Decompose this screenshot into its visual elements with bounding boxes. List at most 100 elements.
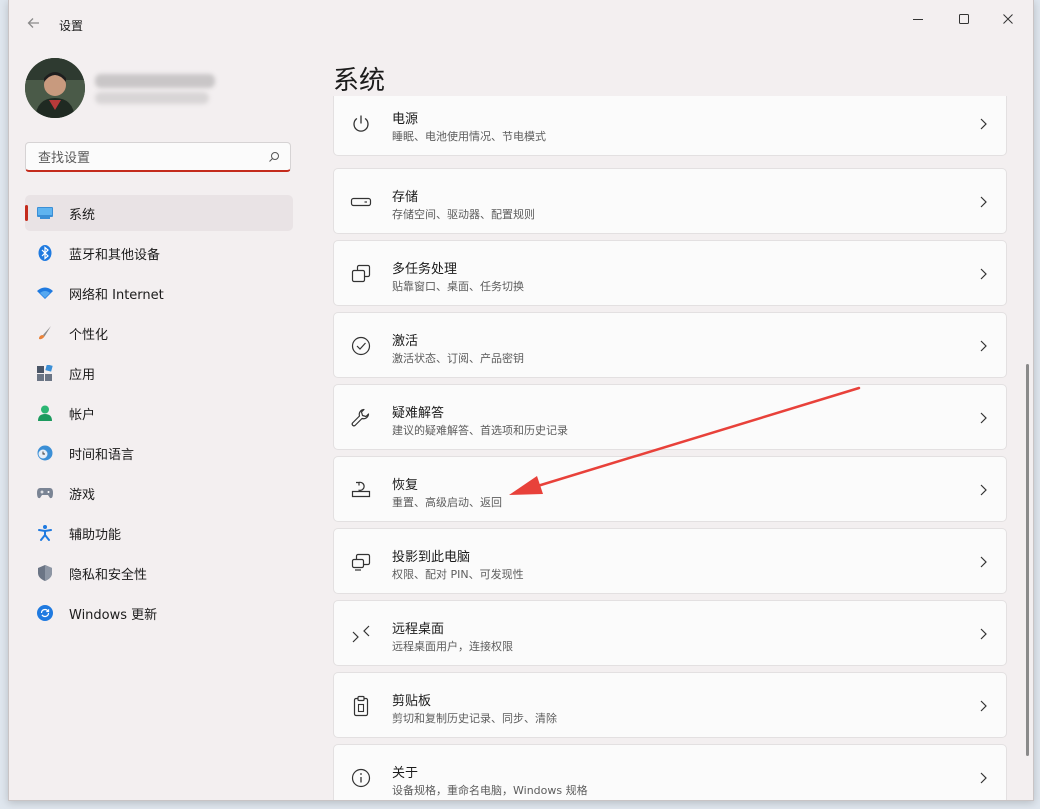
project-icon (351, 553, 371, 571)
card-power[interactable]: 电源 睡眠、电池使用情况、节电模式 (333, 96, 1007, 156)
sidebar-item-label: 蓝牙和其他设备 (69, 247, 161, 263)
title-bar: 设置 (9, 0, 1033, 48)
app-title: 设置 (59, 19, 84, 33)
sidebar-item-label: 隐私和安全性 (69, 567, 148, 583)
search-input[interactable] (36, 147, 260, 169)
search-box[interactable] (25, 142, 291, 172)
card-title: 远程桌面 (392, 622, 445, 637)
card-subtitle: 贴靠窗口、桌面、任务切换 (392, 280, 524, 293)
scrollbar-thumb[interactable] (1026, 364, 1029, 756)
card-title: 恢复 (392, 478, 419, 493)
card-subtitle: 剪切和复制历史记录、同步、清除 (392, 712, 557, 725)
user-email-redacted (95, 92, 209, 104)
check-circle-icon (351, 336, 371, 356)
chevron-right-icon (980, 484, 987, 496)
search-icon[interactable] (268, 151, 280, 163)
sidebar-item-apps[interactable]: 应用 (25, 355, 293, 391)
clipboard-icon (353, 695, 369, 717)
person-icon (37, 405, 53, 421)
card-subtitle: 远程桌面用户，连接权限 (392, 640, 513, 653)
apps-icon (37, 365, 53, 381)
back-button[interactable] (23, 12, 45, 34)
storage-icon (350, 197, 372, 207)
chevron-right-icon (980, 700, 987, 712)
chevron-right-icon (980, 268, 987, 280)
close-button[interactable] (985, 8, 1031, 30)
settings-window: 设置 查找设置 系统 蓝牙和其他设备 网络和 Internet 个性化 应用 帐… (8, 0, 1034, 801)
sidebar-item-accounts[interactable]: 帐户 (25, 395, 293, 431)
card-title: 激活 (392, 334, 419, 349)
sidebar-item-system[interactable]: 系统 (25, 195, 293, 231)
wrench-icon (351, 408, 370, 427)
avatar[interactable] (25, 58, 85, 118)
card-troubleshoot[interactable]: 疑难解答 建议的疑难解答、首选项和历史记录 (333, 384, 1007, 450)
chevron-right-icon (980, 628, 987, 640)
card-remote-desktop[interactable]: 远程桌面 远程桌面用户，连接权限 (333, 600, 1007, 666)
card-subtitle: 建议的疑难解答、首选项和历史记录 (392, 424, 568, 437)
chevron-right-icon (980, 556, 987, 568)
multitask-icon (351, 264, 371, 283)
remote-desktop-icon (352, 625, 370, 643)
sidebar-item-gaming[interactable]: 游戏 (25, 475, 293, 511)
system-icon (37, 205, 53, 221)
card-title: 存储 (392, 190, 419, 205)
card-recovery[interactable]: 恢复 重置、高级启动、返回 (333, 456, 1007, 522)
sidebar-item-label: 个性化 (69, 327, 109, 343)
minimize-icon (913, 19, 923, 20)
sidebar-item-privacy[interactable]: 隐私和安全性 (25, 555, 293, 591)
bluetooth-icon (37, 245, 53, 261)
card-clipboard[interactable]: 剪贴板 剪切和复制历史记录、同步、清除 (333, 672, 1007, 738)
card-subtitle: 重置、高级启动、返回 (392, 496, 502, 509)
wifi-icon (37, 285, 53, 301)
back-arrow-icon (27, 18, 39, 28)
sidebar-item-label: 游戏 (69, 487, 96, 503)
sidebar-item-network[interactable]: 网络和 Internet (25, 275, 293, 311)
card-storage[interactable]: 存储 存储空间、驱动器、配置规则 (333, 168, 1007, 234)
brush-icon (37, 325, 53, 341)
card-subtitle: 权限、配对 PIN、可发现性 (392, 568, 524, 581)
card-title: 多任务处理 (392, 262, 458, 277)
sidebar-item-windows-update[interactable]: Windows 更新 (25, 595, 293, 631)
sidebar-nav: 系统 蓝牙和其他设备 网络和 Internet 个性化 应用 帐户 时间和语言 … (25, 195, 293, 635)
card-title: 电源 (392, 112, 419, 127)
sidebar-item-accessibility[interactable]: 辅助功能 (25, 515, 293, 551)
chevron-right-icon (980, 196, 987, 208)
maximize-icon (959, 14, 969, 24)
chevron-right-icon (980, 118, 987, 130)
sidebar-item-label: 应用 (69, 367, 96, 383)
card-title: 疑难解答 (392, 406, 445, 421)
sidebar-item-time-language[interactable]: 时间和语言 (25, 435, 293, 471)
settings-list: 电源 睡眠、电池使用情况、节电模式 存储 存储空间、驱动器、配置规则 多任务处理… (333, 96, 1009, 800)
sidebar-item-label: 系统 (69, 207, 96, 223)
card-subtitle: 激活状态、订阅、产品密钥 (392, 352, 524, 365)
recovery-icon (351, 481, 371, 498)
card-project-to-pc[interactable]: 投影到此电脑 权限、配对 PIN、可发现性 (333, 528, 1007, 594)
sidebar-item-label: 时间和语言 (69, 447, 135, 463)
power-icon (353, 115, 369, 132)
card-multitasking[interactable]: 多任务处理 贴靠窗口、桌面、任务切换 (333, 240, 1007, 306)
sidebar-item-personalization[interactable]: 个性化 (25, 315, 293, 351)
minimize-button[interactable] (895, 8, 941, 30)
avatar-photo-icon (25, 58, 85, 118)
card-title: 关于 (392, 766, 419, 781)
close-icon (1003, 14, 1013, 24)
card-activation[interactable]: 激活 激活状态、订阅、产品密钥 (333, 312, 1007, 378)
card-subtitle: 设备规格，重命名电脑，Windows 规格 (392, 784, 588, 797)
card-subtitle: 睡眠、电池使用情况、节电模式 (392, 130, 546, 143)
sidebar-item-label: 网络和 Internet (69, 287, 164, 303)
sidebar-item-label: 辅助功能 (69, 527, 122, 543)
sidebar-item-bluetooth[interactable]: 蓝牙和其他设备 (25, 235, 293, 271)
chevron-right-icon (980, 340, 987, 352)
card-title: 剪贴板 (392, 694, 432, 709)
sidebar-item-label: 帐户 (69, 407, 96, 423)
chevron-right-icon (980, 412, 987, 424)
info-icon (351, 768, 371, 788)
card-about[interactable]: 关于 设备规格，重命名电脑，Windows 规格 (333, 744, 1007, 800)
accessibility-icon (37, 525, 53, 541)
page-title: 系统 (333, 66, 386, 96)
user-name-redacted (95, 74, 215, 88)
gamepad-icon (37, 485, 53, 501)
maximize-button[interactable] (941, 8, 987, 30)
card-title: 投影到此电脑 (392, 550, 471, 565)
sidebar-item-label: Windows 更新 (69, 607, 158, 623)
